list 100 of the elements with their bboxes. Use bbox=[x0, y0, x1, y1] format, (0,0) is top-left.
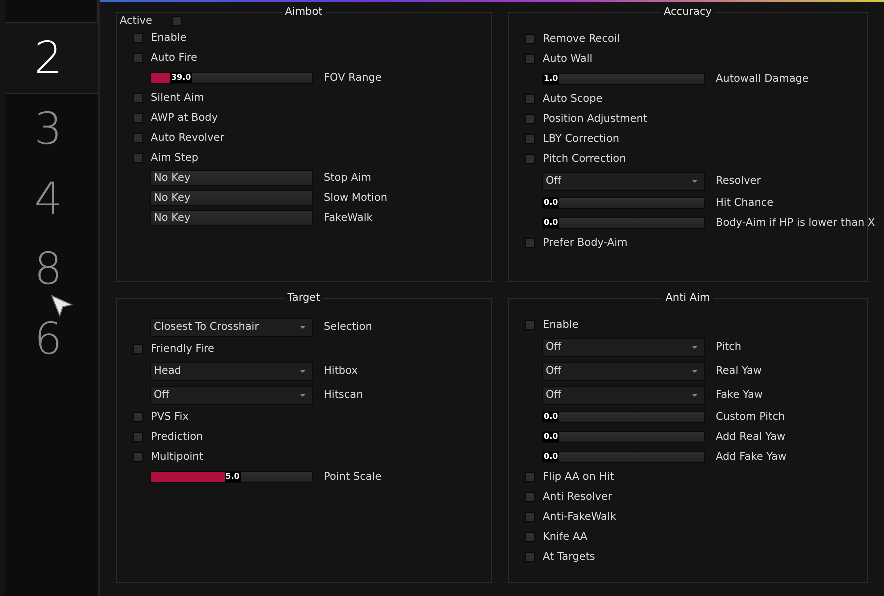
group-title: Target bbox=[284, 292, 324, 304]
checkbox[interactable] bbox=[133, 93, 143, 103]
checkbox-label: AWP at Body bbox=[151, 112, 218, 124]
slider-label: Autowall Damage bbox=[716, 73, 809, 85]
checkbox-label: Anti-FakeWalk bbox=[543, 511, 616, 523]
checkbox[interactable] bbox=[525, 320, 535, 330]
dropdown[interactable]: Off bbox=[150, 386, 313, 404]
slider[interactable]: 0.0 bbox=[542, 411, 705, 423]
checkbox-label: Multipoint bbox=[151, 451, 204, 463]
keybind-field[interactable]: No Key bbox=[150, 190, 313, 206]
dropdown[interactable]: Head bbox=[150, 362, 313, 380]
slider[interactable]: 0.0 bbox=[542, 431, 705, 443]
keybind-label: Slow Motion bbox=[324, 192, 388, 204]
caret-icon bbox=[692, 394, 698, 396]
checkbox-label: Active bbox=[120, 14, 152, 26]
dropdown-label: Fake Yaw bbox=[716, 389, 764, 401]
dropdown-label: Hitbox bbox=[324, 365, 358, 377]
checkbox[interactable] bbox=[525, 134, 535, 144]
slider-value: 0.0 bbox=[543, 218, 560, 228]
keybind-label: FakeWalk bbox=[324, 212, 373, 224]
dropdown-label: Pitch bbox=[716, 341, 742, 353]
group-title: Aimbot bbox=[282, 6, 326, 18]
checkbox-label: Knife AA bbox=[543, 531, 588, 543]
dropdown-label: Selection bbox=[324, 321, 372, 333]
dropdown-label: Resolver bbox=[716, 175, 762, 187]
checkbox-label: At Targets bbox=[543, 551, 596, 563]
checkbox[interactable] bbox=[172, 16, 182, 26]
caret-icon bbox=[692, 346, 698, 348]
checkbox[interactable] bbox=[133, 53, 143, 63]
checkbox[interactable] bbox=[133, 133, 143, 143]
checkbox[interactable] bbox=[525, 552, 535, 562]
slider[interactable]: 0.0 bbox=[542, 451, 705, 463]
checkbox-label: Silent Aim bbox=[151, 92, 204, 104]
slider[interactable]: 1.0 bbox=[542, 73, 705, 85]
checkbox-label: Pitch Correction bbox=[543, 153, 626, 165]
slider-value: 0.0 bbox=[543, 452, 560, 462]
dropdown[interactable]: Off bbox=[542, 172, 705, 190]
slider-value: 1.0 bbox=[543, 74, 560, 84]
checkbox[interactable] bbox=[525, 54, 535, 64]
checkbox-label: Auto Revolver bbox=[151, 132, 225, 144]
slider-label: Point Scale bbox=[324, 471, 382, 483]
checkbox[interactable] bbox=[133, 452, 143, 462]
keybind-field[interactable]: No Key bbox=[150, 210, 313, 226]
checkbox[interactable] bbox=[133, 153, 143, 163]
checkbox-label: Aim Step bbox=[151, 152, 199, 164]
tab[interactable]: 8 bbox=[5, 234, 98, 304]
checkbox[interactable] bbox=[525, 238, 535, 248]
checkbox-label: Remove Recoil bbox=[543, 33, 620, 45]
caret-icon bbox=[300, 394, 306, 396]
keybind-label: Stop Aim bbox=[324, 172, 372, 184]
checkbox-label: Friendly Fire bbox=[151, 343, 214, 355]
caret-icon bbox=[300, 326, 306, 328]
checkbox[interactable] bbox=[133, 412, 143, 422]
caret-icon bbox=[692, 370, 698, 372]
checkbox[interactable] bbox=[525, 94, 535, 104]
slider[interactable]: 0.0 bbox=[542, 197, 705, 209]
slider-label: Add Fake Yaw bbox=[716, 451, 787, 463]
checkbox[interactable] bbox=[525, 114, 535, 124]
slider-label: Custom Pitch bbox=[716, 411, 786, 423]
slider-value: 5.0 bbox=[224, 472, 241, 482]
tab[interactable]: 4 bbox=[5, 164, 98, 234]
checkbox[interactable] bbox=[133, 432, 143, 442]
checkbox[interactable] bbox=[133, 344, 143, 354]
keybind-field[interactable]: No Key bbox=[150, 170, 313, 186]
group-title: Anti Aim bbox=[662, 292, 714, 304]
slider-value: 0.0 bbox=[543, 198, 560, 208]
checkbox-label: Position Adjustment bbox=[543, 113, 648, 125]
checkbox-label: Prediction bbox=[151, 431, 204, 443]
checkbox[interactable] bbox=[525, 532, 535, 542]
checkbox[interactable] bbox=[525, 154, 535, 164]
caret-icon bbox=[692, 180, 698, 182]
slider-label: FOV Range bbox=[324, 72, 382, 84]
checkbox[interactable] bbox=[525, 512, 535, 522]
dropdown[interactable]: Closest To Crosshair bbox=[150, 318, 313, 336]
tab[interactable]: 3 bbox=[5, 94, 98, 164]
checkbox[interactable] bbox=[525, 492, 535, 502]
slider[interactable]: 39.0 bbox=[150, 72, 313, 84]
tab[interactable]: 6 bbox=[5, 304, 98, 374]
checkbox[interactable] bbox=[525, 34, 535, 44]
dropdown[interactable]: Off bbox=[542, 386, 705, 404]
tab[interactable]: 2 bbox=[5, 23, 98, 94]
slider-label: Body-Aim if HP is lower than X bbox=[716, 217, 876, 229]
caret-icon bbox=[300, 370, 306, 372]
checkbox-label: Auto Wall bbox=[543, 53, 593, 65]
checkbox[interactable] bbox=[525, 472, 535, 482]
slider[interactable]: 5.0 bbox=[150, 471, 313, 483]
dropdown-label: Hitscan bbox=[324, 389, 364, 401]
checkbox-label: Flip AA on Hit bbox=[543, 471, 614, 483]
slider-value: 0.0 bbox=[543, 412, 560, 422]
checkbox[interactable] bbox=[133, 113, 143, 123]
checkbox-label: Enable bbox=[543, 319, 579, 331]
dropdown[interactable]: Off bbox=[542, 362, 705, 380]
dropdown[interactable]: Off bbox=[542, 338, 705, 356]
slider[interactable]: 0.0 bbox=[542, 217, 705, 229]
slider-value: 39.0 bbox=[170, 73, 192, 83]
slider-label: Hit Chance bbox=[716, 197, 774, 209]
checkbox-label: PVS Fix bbox=[151, 411, 189, 423]
checkbox[interactable] bbox=[133, 33, 143, 43]
checkbox-label: Prefer Body-Aim bbox=[543, 237, 628, 249]
checkbox-label: Enable bbox=[151, 32, 187, 44]
